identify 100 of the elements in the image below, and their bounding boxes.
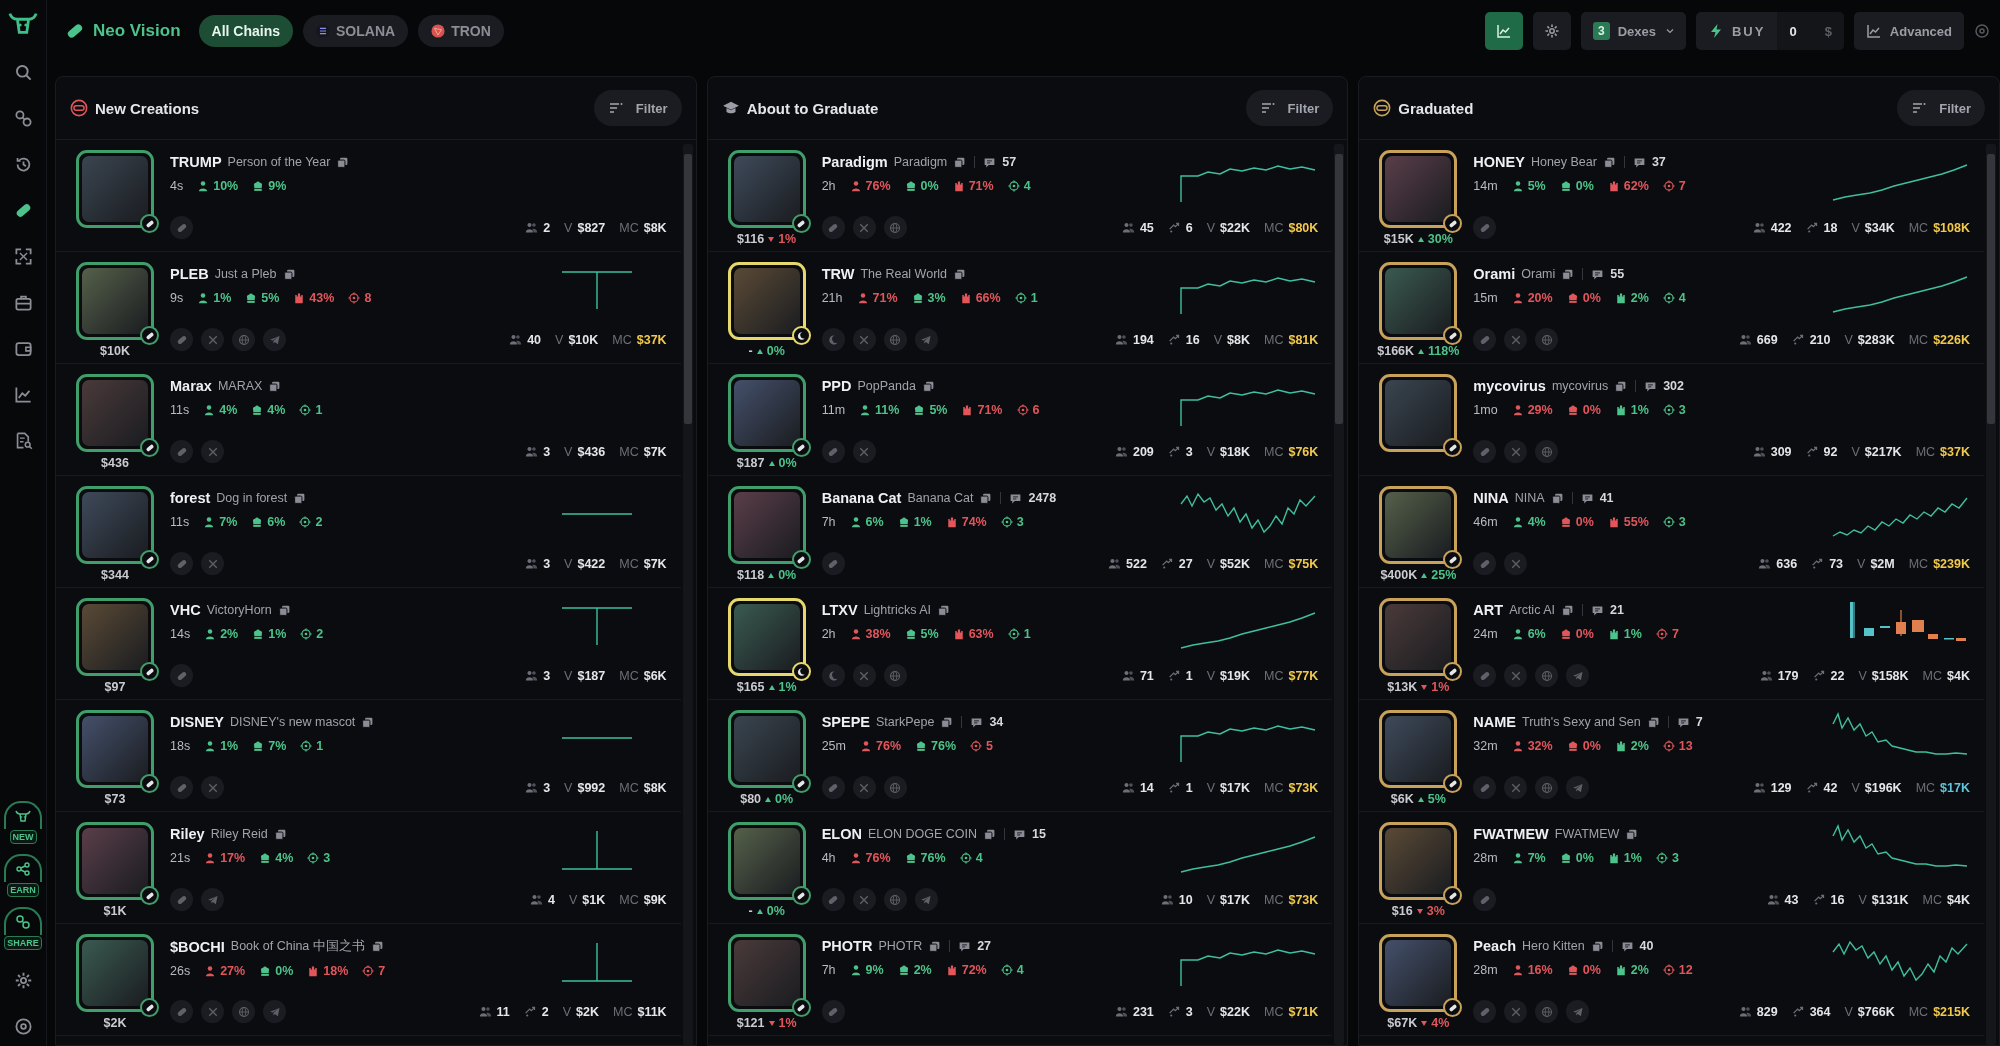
- globe-button[interactable]: [883, 216, 907, 239]
- pill-button[interactable]: [170, 888, 193, 911]
- copy-icon[interactable]: [1614, 379, 1628, 393]
- pill-button[interactable]: [1473, 440, 1497, 463]
- token-symbol[interactable]: NINA: [1473, 490, 1509, 506]
- globe-button[interactable]: [883, 664, 907, 687]
- pill-button[interactable]: [821, 888, 845, 911]
- pill-button[interactable]: [170, 664, 193, 687]
- token-symbol[interactable]: Marax: [170, 378, 212, 394]
- globe-button[interactable]: [1535, 440, 1559, 463]
- dexes-dropdown[interactable]: 3 Dexes: [1580, 12, 1686, 50]
- paper-plane-button[interactable]: [1566, 664, 1590, 687]
- x-button[interactable]: [201, 440, 224, 463]
- token-symbol[interactable]: mycovirus: [1473, 378, 1546, 394]
- pill-button[interactable]: [170, 216, 193, 239]
- pill-button[interactable]: [1473, 888, 1497, 911]
- copy-icon[interactable]: [1590, 939, 1604, 953]
- pill-button[interactable]: [1473, 776, 1497, 799]
- token-symbol[interactable]: ART: [1473, 602, 1504, 618]
- token-symbol[interactable]: DISNEY: [170, 714, 224, 730]
- pill-button[interactable]: [821, 440, 845, 463]
- scrollbar[interactable]: [1986, 144, 1996, 1045]
- copy-icon[interactable]: [282, 267, 296, 281]
- token-symbol[interactable]: NAME: [1473, 714, 1517, 730]
- token-symbol[interactable]: LTXV: [821, 602, 858, 618]
- x-button[interactable]: [1504, 552, 1528, 575]
- settings-button[interactable]: [1532, 12, 1571, 50]
- paper-plane-button[interactable]: [914, 328, 938, 351]
- paper-plane-button[interactable]: [201, 888, 224, 911]
- filter-button[interactable]: Filter: [593, 90, 682, 126]
- copy-icon[interactable]: [1550, 491, 1564, 505]
- x-button[interactable]: [852, 216, 876, 239]
- chain-tab[interactable]: TRON: [418, 15, 504, 47]
- x-button[interactable]: [852, 440, 876, 463]
- moon-button[interactable]: [821, 328, 845, 351]
- paper-plane-button[interactable]: [263, 328, 286, 351]
- globe-button[interactable]: [1535, 664, 1559, 687]
- filter-button[interactable]: Filter: [1897, 90, 1985, 126]
- token-symbol[interactable]: HONEY: [1473, 154, 1525, 170]
- buy-amount-field[interactable]: 0: [1789, 23, 1797, 39]
- globe-button[interactable]: [883, 888, 907, 911]
- pill-button[interactable]: [1473, 216, 1497, 239]
- token-symbol[interactable]: forest: [170, 490, 211, 506]
- token-symbol[interactable]: TRUMP: [170, 154, 222, 170]
- copy-icon[interactable]: [277, 603, 291, 617]
- pill-button[interactable]: [821, 776, 845, 799]
- globe-button[interactable]: [1535, 776, 1559, 799]
- paper-plane-button[interactable]: [914, 888, 938, 911]
- globe-button[interactable]: [232, 328, 255, 351]
- pill-button[interactable]: [170, 1000, 193, 1023]
- copy-icon[interactable]: [1561, 267, 1575, 281]
- copy-icon[interactable]: [1602, 155, 1616, 169]
- pill-button[interactable]: [1473, 328, 1497, 351]
- x-button[interactable]: [1504, 776, 1528, 799]
- x-button[interactable]: [1504, 328, 1528, 351]
- scrollbar[interactable]: [682, 144, 693, 1045]
- copy-icon[interactable]: [953, 267, 967, 281]
- pill-button[interactable]: [1473, 1000, 1497, 1023]
- copy-icon[interactable]: [983, 827, 996, 841]
- copy-icon[interactable]: [940, 715, 954, 729]
- pill-button[interactable]: [1473, 664, 1497, 687]
- token-symbol[interactable]: VHC: [170, 602, 201, 618]
- x-button[interactable]: [201, 776, 224, 799]
- globe-button[interactable]: [883, 776, 907, 799]
- x-button[interactable]: [201, 552, 224, 575]
- buy-button[interactable]: BUY: [1695, 12, 1778, 50]
- chain-tab[interactable]: SOLANA: [303, 15, 409, 47]
- x-button[interactable]: [852, 888, 876, 911]
- globe-button[interactable]: [883, 328, 907, 351]
- token-symbol[interactable]: TRW: [821, 266, 855, 282]
- copy-icon[interactable]: [953, 155, 967, 169]
- pill-button[interactable]: [170, 440, 193, 463]
- token-symbol[interactable]: FWATMEW: [1473, 826, 1549, 842]
- token-symbol[interactable]: $BOCHI: [170, 938, 225, 955]
- token-symbol[interactable]: PLEB: [170, 266, 209, 282]
- copy-icon[interactable]: [273, 827, 287, 841]
- copy-icon[interactable]: [937, 603, 951, 617]
- token-symbol[interactable]: PPD: [821, 378, 852, 394]
- token-symbol[interactable]: Riley: [170, 826, 205, 842]
- pill-button[interactable]: [170, 552, 193, 575]
- paper-plane-button[interactable]: [1566, 776, 1590, 799]
- token-symbol[interactable]: Banana Cat: [821, 490, 902, 506]
- x-button[interactable]: [1504, 664, 1528, 687]
- pill-button[interactable]: [821, 216, 845, 239]
- advanced-button[interactable]: Advanced: [1853, 12, 1964, 50]
- globe-button[interactable]: [1535, 328, 1559, 351]
- pill-button[interactable]: [1473, 552, 1497, 575]
- chart-toggle-button[interactable]: [1484, 12, 1523, 50]
- copy-icon[interactable]: [268, 379, 282, 393]
- filter-button[interactable]: Filter: [1245, 90, 1334, 126]
- globe-button[interactable]: [232, 1000, 255, 1023]
- x-button[interactable]: [852, 664, 876, 687]
- copy-icon[interactable]: [1646, 715, 1660, 729]
- scrollbar[interactable]: [1334, 144, 1345, 1045]
- chain-tab[interactable]: All Chains: [198, 15, 293, 47]
- copy-icon[interactable]: [1625, 827, 1639, 841]
- paper-plane-button[interactable]: [263, 1000, 286, 1023]
- token-symbol[interactable]: PHOTR: [821, 938, 873, 954]
- x-button[interactable]: [852, 328, 876, 351]
- pill-button[interactable]: [170, 776, 193, 799]
